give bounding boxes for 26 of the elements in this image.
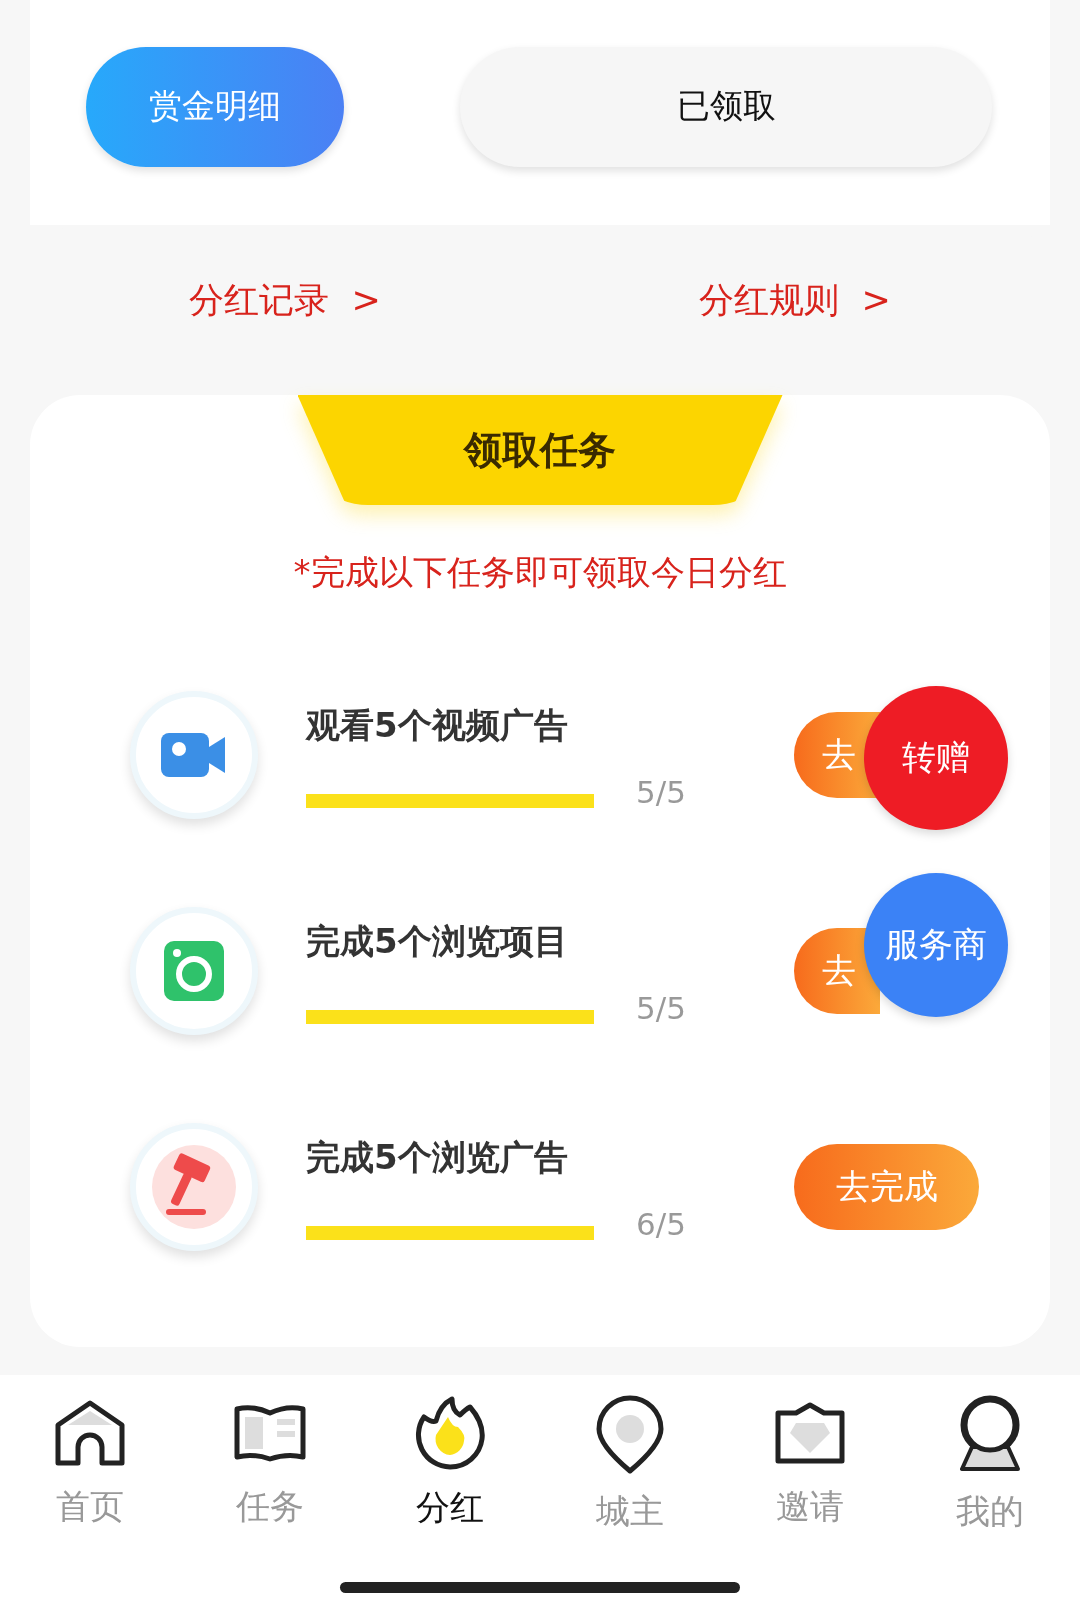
received-button[interactable]: 已领取 <box>460 46 992 167</box>
progress-count: 5/5 <box>636 776 686 808</box>
tab-bar-item[interactable]: 城主 <box>540 1395 720 1530</box>
location-pin-icon <box>595 1395 665 1475</box>
task-title: 完成5个浏览项目 <box>306 919 569 963</box>
task-hint: *完成以下任务即可领取今日分红 <box>293 551 787 594</box>
task-title: 观看5个视频广告 <box>306 703 569 747</box>
flame-icon <box>414 1395 486 1471</box>
bounty-details-button[interactable]: 赏金明细 <box>86 46 344 167</box>
progress-count: 6/5 <box>636 1208 686 1240</box>
tab-bar-item[interactable]: 分红 <box>360 1395 540 1530</box>
tab-bar-item[interactable]: 邀请 <box>720 1395 900 1530</box>
go-complete-button[interactable]: 去完成 <box>794 1144 979 1230</box>
tab-bar-item[interactable]: 我的 <box>900 1395 1080 1530</box>
tab-bar-item[interactable]: 首页 <box>0 1395 180 1530</box>
dividend-link[interactable]: 分红记录 > <box>189 276 381 324</box>
crown-gem-icon <box>774 1400 846 1465</box>
task-title: 完成5个浏览广告 <box>306 1135 569 1179</box>
tab-bar-item[interactable]: 任务 <box>180 1395 360 1530</box>
go-complete-button[interactable]: 去 <box>794 928 880 1014</box>
home-icon <box>54 1398 126 1467</box>
dividend-link[interactable]: 分红规则 > <box>699 276 891 324</box>
camera-icon <box>162 939 226 1003</box>
gavel-icon <box>152 1145 236 1229</box>
book-icon <box>233 1402 307 1463</box>
progress-count: 5/5 <box>636 992 686 1024</box>
